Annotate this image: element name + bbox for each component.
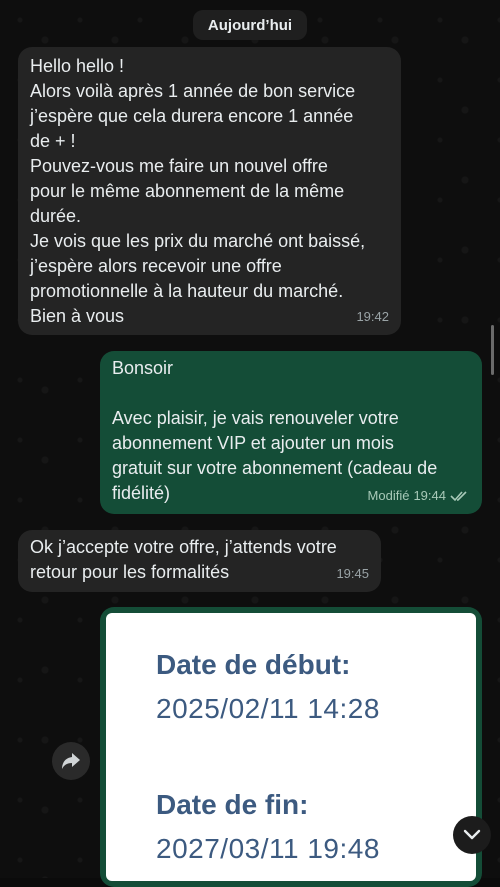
outgoing-message[interactable]: Bonsoir Avec plaisir, je vais renouveler… bbox=[100, 351, 482, 514]
double-check-icon bbox=[450, 490, 467, 501]
message-text: Hello hello ! Alors voilà après 1 année … bbox=[30, 56, 366, 326]
message-meta: 19:45 bbox=[336, 561, 369, 586]
start-date-label: Date de début: bbox=[156, 649, 351, 680]
message-meta: 19:42 bbox=[356, 304, 389, 329]
message-time: 19:44 bbox=[413, 488, 446, 503]
message-time: 19:45 bbox=[336, 566, 369, 581]
chevron-down-icon bbox=[463, 829, 481, 840]
message-time: 19:42 bbox=[356, 309, 389, 324]
start-date-value: 2025/02/11 14:28 bbox=[156, 693, 380, 724]
incoming-message[interactable]: Hello hello ! Alors voilà après 1 année … bbox=[18, 47, 401, 335]
image-message[interactable]: Date de début: 2025/02/11 14:28 Date de … bbox=[100, 607, 482, 887]
scrollbar[interactable] bbox=[491, 325, 494, 375]
forward-arrow-icon bbox=[62, 753, 80, 769]
message-meta: Modifié 19:44 bbox=[368, 483, 470, 508]
edited-label: Modifié bbox=[367, 488, 410, 503]
scroll-to-bottom-button[interactable] bbox=[453, 816, 491, 854]
end-date-value: 2027/03/11 19:48 bbox=[156, 833, 380, 864]
incoming-message[interactable]: Ok j’accepte votre offre, j’attends votr… bbox=[18, 530, 381, 592]
date-separator: Aujourd’hui bbox=[193, 10, 307, 40]
end-date-label: Date de fin: bbox=[156, 789, 309, 820]
message-text: Ok j’accepte votre offre, j’attends votr… bbox=[30, 537, 337, 582]
forward-button[interactable] bbox=[52, 742, 90, 780]
image-content: Date de début: 2025/02/11 14:28 Date de … bbox=[106, 613, 476, 881]
